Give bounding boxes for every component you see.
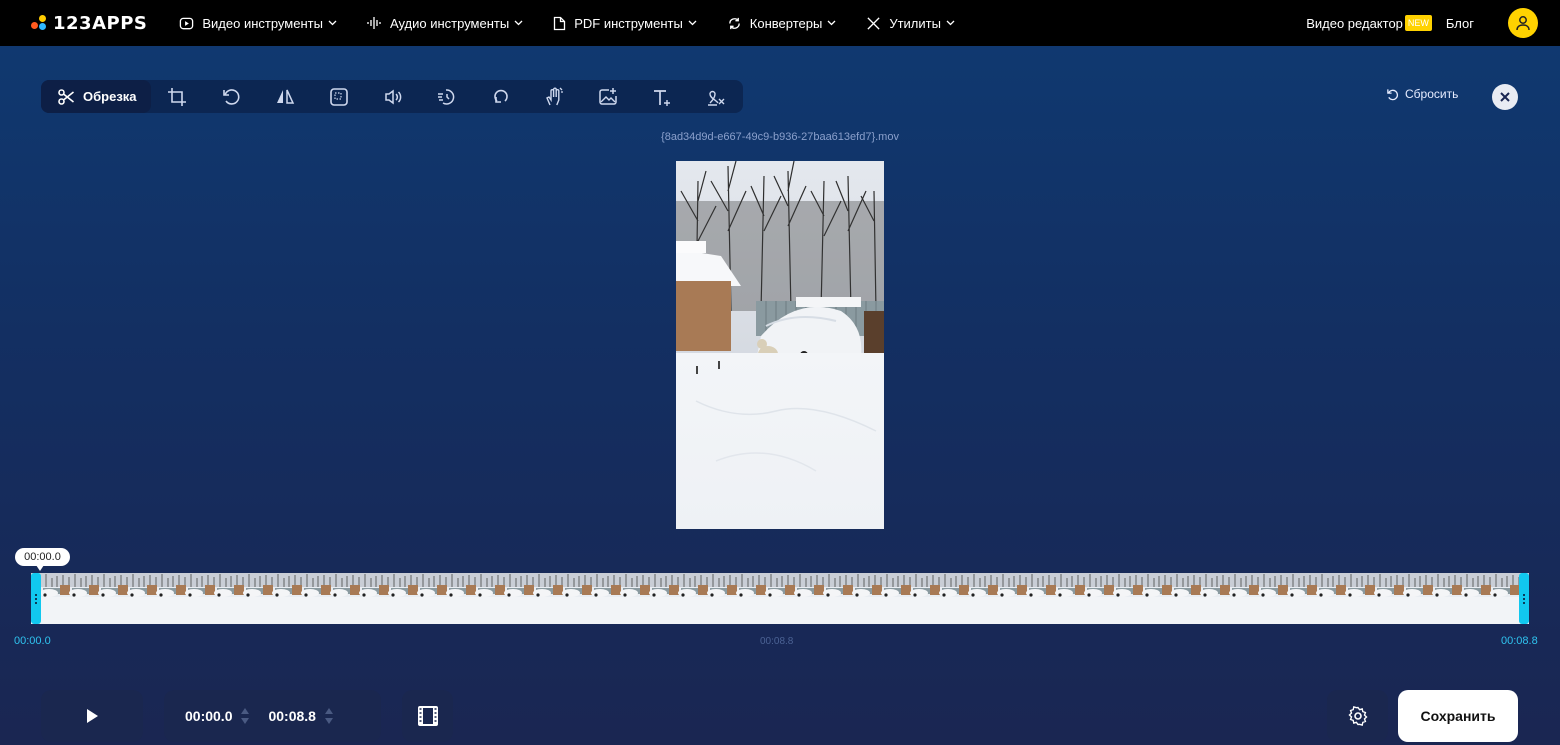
header-right: Видео редактор NEW Блог — [1306, 0, 1560, 46]
timeline-filmstrip[interactable] — [31, 573, 1529, 624]
top-navigation-bar: 123APPS Видео инструменты Аудио инструме… — [0, 0, 1560, 46]
split-mode-button[interactable] — [402, 690, 453, 742]
tool-trim-label: Обрезка — [83, 89, 137, 104]
remove-logo-icon — [708, 90, 725, 106]
chevron-down-icon — [946, 20, 955, 26]
tool-trim[interactable]: Обрезка — [41, 80, 151, 113]
logo[interactable]: 123APPS — [31, 13, 147, 34]
tool-remove-logo[interactable] — [689, 80, 743, 113]
speed-icon — [437, 88, 455, 105]
nav-video-tools[interactable]: Видео инструменты — [179, 16, 337, 31]
playhead-time-bubble: 00:00.0 — [15, 548, 70, 566]
flip-icon — [277, 89, 295, 104]
grip-icon — [35, 593, 37, 604]
scissors-icon — [58, 88, 74, 105]
tool-speed[interactable] — [420, 80, 474, 113]
close-icon — [1500, 92, 1510, 102]
tool-resize[interactable] — [312, 80, 366, 113]
trim-time-inputs: 00:00.0 00:08.8 — [164, 690, 381, 742]
close-button[interactable] — [1492, 84, 1518, 110]
trim-start-input[interactable]: 00:00.0 — [185, 708, 232, 724]
nav-converters[interactable]: Конвертеры — [727, 16, 837, 31]
playhead-pointer — [36, 565, 44, 571]
video-preview[interactable] — [676, 161, 884, 529]
tools-icon — [867, 16, 880, 30]
chevron-down-icon — [514, 20, 523, 26]
tool-flip[interactable] — [258, 80, 312, 113]
nav-audio-tools-label: Аудио инструменты — [389, 15, 510, 31]
nav-utilities[interactable]: Утилиты — [866, 16, 955, 31]
trim-start-handle[interactable] — [31, 573, 41, 624]
nav-utilities-label: Утилиты — [889, 15, 941, 31]
crop-icon — [168, 87, 187, 106]
pdf-icon — [554, 16, 566, 30]
play-icon — [87, 709, 98, 723]
tool-volume[interactable] — [366, 80, 420, 113]
blog-link[interactable]: Блог — [1446, 16, 1474, 31]
editing-toolbar: Обрезка — [41, 80, 743, 113]
text-icon — [654, 89, 671, 106]
reset-button[interactable]: Сбросить — [1386, 87, 1458, 101]
video-frame-image — [676, 161, 884, 529]
nav-pdf-tools-label: PDF инструменты — [574, 15, 683, 31]
nav-video-tools-label: Видео инструменты — [202, 15, 323, 31]
play-button[interactable] — [41, 690, 143, 742]
tool-image[interactable] — [581, 80, 635, 113]
tool-stabilize[interactable] — [528, 80, 582, 113]
video-filename: {8ad34d9d-e667-49c9-b936-27baa613efd7}.m… — [661, 131, 899, 143]
nav-audio-tools[interactable]: Аудио инструменты — [367, 16, 523, 31]
chevron-down-icon — [328, 20, 337, 26]
tool-rotate[interactable] — [204, 80, 258, 113]
timeline-start-time: 00:00.0 — [14, 635, 51, 647]
timeline-end-time: 00:08.8 — [1501, 635, 1538, 647]
stabilize-icon — [546, 87, 564, 105]
audio-wave-icon — [367, 17, 381, 29]
gear-icon — [1347, 706, 1368, 726]
logo-dots-icon — [31, 15, 47, 31]
tool-loop[interactable] — [474, 80, 528, 113]
trim-end-stepper[interactable] — [324, 708, 333, 724]
loop-icon — [493, 89, 508, 103]
rotate-icon — [223, 88, 240, 105]
tool-crop[interactable] — [151, 80, 205, 113]
nav-pdf-tools[interactable]: PDF инструменты — [553, 16, 697, 31]
timeline-mid-time: 00:08.8 — [760, 636, 794, 647]
grip-icon — [1523, 593, 1525, 604]
new-badge: NEW — [1404, 15, 1432, 31]
video-editor-link[interactable]: Видео редактор NEW — [1306, 15, 1432, 31]
video-icon — [180, 17, 194, 29]
volume-icon — [385, 89, 402, 104]
settings-button[interactable] — [1327, 690, 1388, 742]
main-nav: Видео инструменты Аудио инструменты PDF … — [179, 16, 985, 31]
video-editor-label: Видео редактор — [1306, 15, 1403, 31]
trim-start-stepper[interactable] — [241, 708, 250, 724]
chevron-down-icon — [688, 20, 697, 26]
save-button[interactable]: Сохранить — [1398, 690, 1518, 742]
trim-end-handle[interactable] — [1519, 573, 1529, 624]
trim-end-input[interactable]: 00:08.8 — [268, 708, 315, 724]
user-icon — [1516, 16, 1530, 31]
chevron-down-icon — [827, 20, 836, 26]
film-strip-icon — [417, 706, 438, 726]
logo-text: 123APPS — [53, 12, 148, 34]
convert-icon — [728, 17, 740, 29]
reset-label: Сбросить — [1405, 87, 1459, 101]
undo-icon — [1387, 88, 1399, 100]
user-avatar[interactable] — [1508, 8, 1538, 38]
resize-icon — [330, 87, 348, 106]
filmstrip-thumbnails — [31, 573, 1529, 624]
image-icon — [599, 87, 618, 105]
tool-text[interactable] — [635, 80, 689, 113]
nav-converters-label: Конвертеры — [749, 15, 823, 31]
